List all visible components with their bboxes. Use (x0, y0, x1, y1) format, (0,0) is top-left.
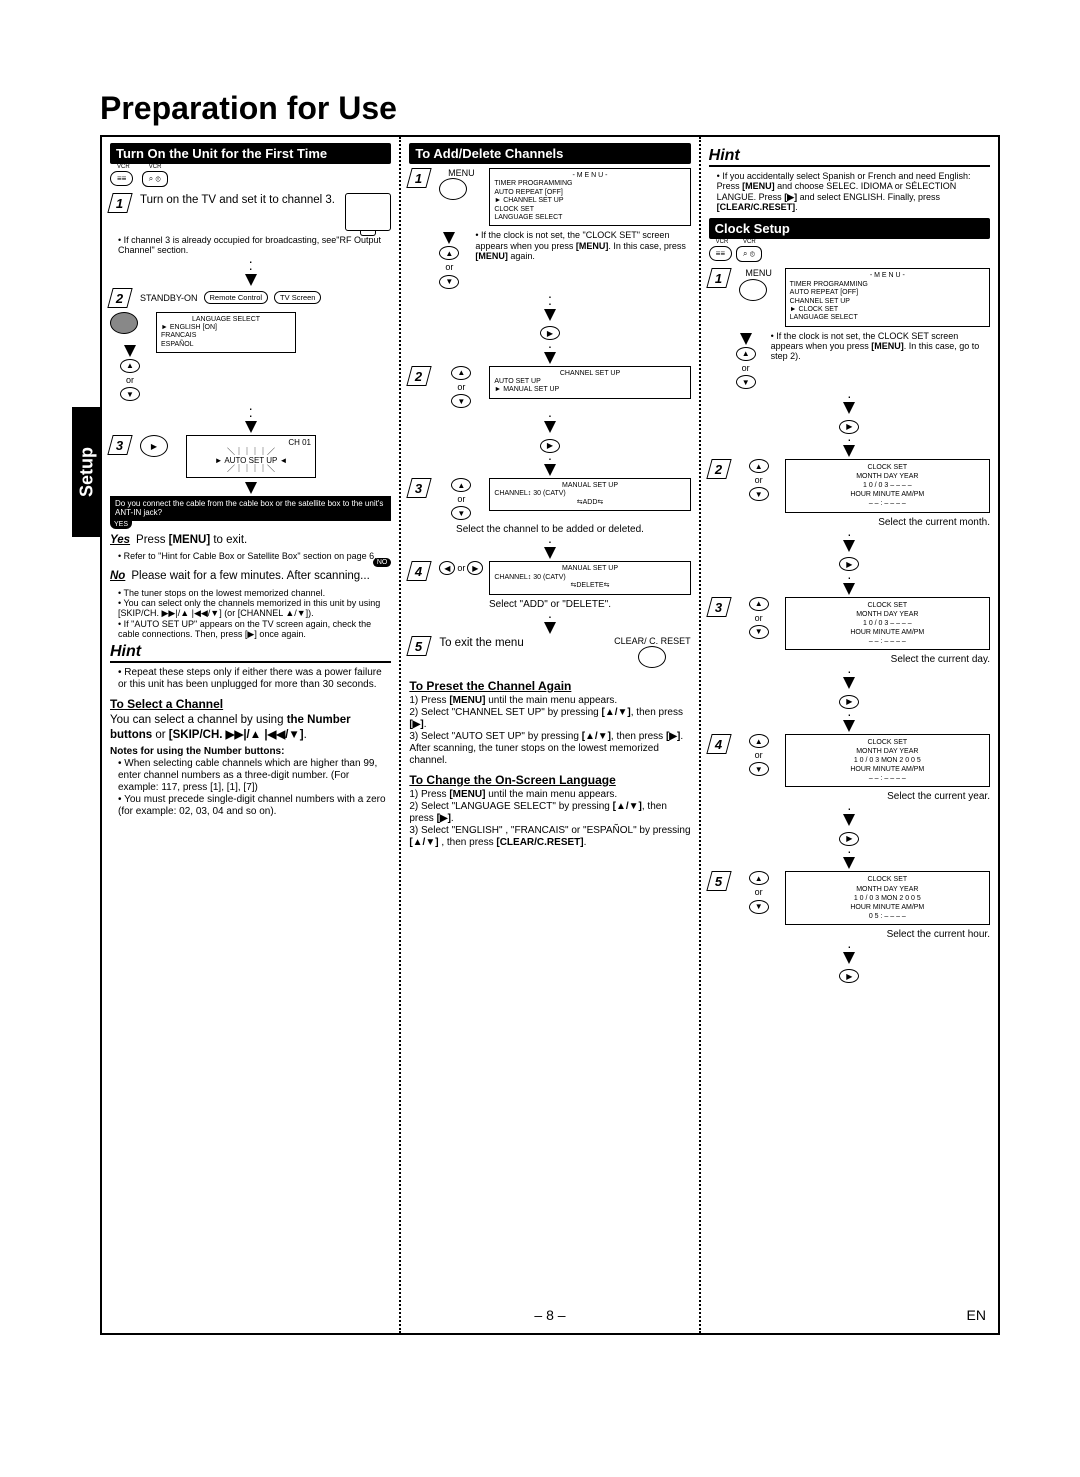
c2-step5: 5 To exit the menu CLEAR/ C. RESET (409, 636, 690, 673)
step-2-detail: ▲ or ▼ LANGUAGE SELECT ► ENGLISH [ON] FR… (110, 312, 391, 401)
hint-bar-1: Hint (110, 643, 391, 663)
document-page: Preparation for Use Setup Turn On the Un… (0, 0, 1080, 1477)
manual-setup-delete: MANUAL SET UP CHANNEL↕ 30 (CATV) ⇆DELETE… (489, 561, 690, 594)
menu-button-icon (439, 178, 467, 200)
step-badge-3: 3 (107, 435, 132, 455)
auto-setup-screen: CH 01 ＼｜｜｜｜／ ► AUTO SET UP ◄ ／｜｜｜｜＼ (186, 435, 316, 478)
play-button-icon: ▶ (140, 435, 168, 457)
remote-badge-icon: ⌕ ⊚ (142, 171, 168, 187)
c3-step1: 1 MENU - M E N U - TIMER PROGRAMMING AUT… (709, 268, 990, 326)
preset-line-1: 1) Press [MENU] until the main menu appe… (409, 695, 690, 707)
lang-line-2: 2) Select "LANGUAGE SELECT" by pressing … (409, 801, 690, 825)
lang-line-1: 1) Press [MENU] until the main menu appe… (409, 789, 690, 801)
flow-dots: ·· (110, 258, 391, 272)
yes-label: Yes (110, 533, 130, 547)
clock-set-screen-5: CLOCK SETMONTH DAY YEAR 1 0 / 0 3 MON 2 … (785, 871, 990, 924)
clock-set-screen-3: CLOCK SETMONTH DAY YEAR 1 0 / 0 3 – – – … (785, 597, 990, 650)
content-frame: Setup Turn On the Unit for the First Tim… (100, 135, 1000, 1335)
clock-set-screen-4: CLOCK SETMONTH DAY YEAR 1 0 / 0 3 MON 2 … (785, 734, 990, 787)
c2-step1: 1 MENU - M E N U - TIMER PROGRAMMING AUT… (409, 168, 690, 226)
no-tag: NO (373, 558, 392, 567)
preset-channel-heading: To Preset the Channel Again (409, 679, 690, 693)
hint-text-1: Repeat these steps only if either there … (118, 667, 391, 691)
c3-step5: 5 ▲or▼ CLOCK SETMONTH DAY YEAR 1 0 / 0 3… (709, 871, 990, 924)
tv-icon (345, 193, 391, 231)
preset-line-2: 2) Select "CHANNEL SET UP" by pressing [… (409, 707, 690, 731)
step-2-row: 2 STANDBY-ON Remote Control TV Screen (110, 288, 391, 308)
yes-tag: YES (110, 520, 132, 529)
side-tab-setup: Setup (72, 407, 102, 537)
header-add-delete: To Add/Delete Channels (409, 143, 690, 164)
c3-step3: 3 ▲or▼ CLOCK SETMONTH DAY YEAR 1 0 / 0 3… (709, 597, 990, 650)
page-number: – 8 – (534, 1307, 565, 1323)
step-3-row: 3 ▶ CH 01 ＼｜｜｜｜／ ► AUTO SET UP ◄ ／｜｜｜｜＼ (110, 435, 391, 478)
up-button-icon: ▲ (120, 359, 140, 373)
remote-control-bubble: Remote Control (204, 291, 269, 304)
menu-screen-clock: - M E N U - TIMER PROGRAMMING AUTO REPEA… (785, 268, 990, 326)
page-lang-mark: EN (967, 1307, 986, 1323)
number-notes-heading: Notes for using the Number buttons: (110, 746, 391, 758)
column-turn-on: Turn On the Unit for the First Time ≡≡ ⌕… (102, 137, 399, 1333)
hint-top-text: If you accidentally select Spanish or Fr… (717, 171, 990, 212)
column-add-delete: To Add/Delete Channels 1 MENU - M E N U … (399, 137, 698, 1333)
yes-row: Yes Press [MENU] to exit. (110, 533, 391, 547)
no-label: No (110, 569, 125, 583)
menu-screen-1: - M E N U - TIMER PROGRAMMING AUTO REPEA… (489, 168, 690, 226)
change-lang-heading: To Change the On-Screen Language (409, 773, 690, 787)
step-badge-2: 2 (107, 288, 132, 308)
tv-screen-bubble: TV Screen (274, 291, 321, 304)
c2-step2: 2 ▲or▼ CHANNEL SET UP AUTO SET UP ► MANU… (409, 366, 690, 408)
vcr-setup-icons: ≡≡ ⌕ ⊚ (110, 168, 391, 187)
c2-step3: 3 ▲or▼ MANUAL SET UP CHANNEL↕ 30 (CATV) … (409, 478, 690, 520)
c3-step2: 2 ▲or▼ CLOCK SETMONTH DAY YEAR1 0 / 0 3 … (709, 459, 990, 512)
clock-set-screen-2: CLOCK SETMONTH DAY YEAR1 0 / 0 3 – – – –… (785, 459, 990, 512)
down-button-icon: ▼ (120, 387, 140, 401)
c2-step1-note: • If the clock is not set, the "CLOCK SE… (475, 230, 690, 261)
step-1-row: 1 Turn on the TV and set it to channel 3… (110, 193, 391, 231)
channel-setup-screen: CHANNEL SET UP AUTO SET UP ► MANUAL SET … (489, 366, 690, 399)
c3-step1-note: • If the clock is not set, the CLOCK SET… (771, 331, 990, 362)
clear-reset-button-icon (638, 646, 666, 668)
c3-step4: 4 ▲or▼ CLOCK SETMONTH DAY YEAR 1 0 / 0 3… (709, 734, 990, 787)
cable-question-box: Do you connect the cable from the cable … (110, 496, 391, 520)
step-badge-1: 1 (107, 193, 132, 213)
page-title: Preparation for Use (100, 90, 1000, 127)
header-clock: Clock Setup (709, 218, 990, 239)
select-channel-heading: To Select a Channel (110, 697, 391, 711)
step-1-text: Turn on the TV and set it to channel 3. (140, 193, 339, 207)
language-select-screen: LANGUAGE SELECT ► ENGLISH [ON] FRANCAIS … (156, 312, 296, 354)
vcr-badge-icon: ≡≡ (110, 171, 133, 186)
preset-line-3: 3) Select "AUTO SET UP" by pressing [▲/▼… (409, 731, 690, 767)
header-turn-on: Turn On the Unit for the First Time (110, 143, 391, 164)
no-row: No Please wait for a few minutes. After … (110, 569, 391, 583)
c2-step4: 4 ◀or▶ MANUAL SET UP CHANNEL↕ 30 (CATV) … (409, 561, 690, 594)
manual-setup-add: MANUAL SET UP CHANNEL↕ 30 (CATV) ⇆ADD⇆ (489, 478, 690, 511)
up-down-buttons: ▲ or ▼ (110, 359, 150, 401)
column-clock: Hint If you accidentally select Spanish … (699, 137, 998, 1333)
vcr-icons-clock: ≡≡⌕ ⊚ (709, 243, 990, 262)
standby-label: STANDBY-ON (140, 293, 198, 303)
hint-bar-top: Hint (709, 147, 990, 167)
lang-line-3: 3) Select "ENGLISH" , "FRANCAIS" or "ESP… (409, 825, 690, 849)
after-scan-notes: The tuner stops on the lowest memorized … (110, 588, 391, 640)
select-channel-text: You can select a channel by using the Nu… (110, 713, 391, 742)
standby-button-icon (110, 312, 138, 334)
number-notes-list: When selecting cable channels which are … (110, 758, 391, 818)
